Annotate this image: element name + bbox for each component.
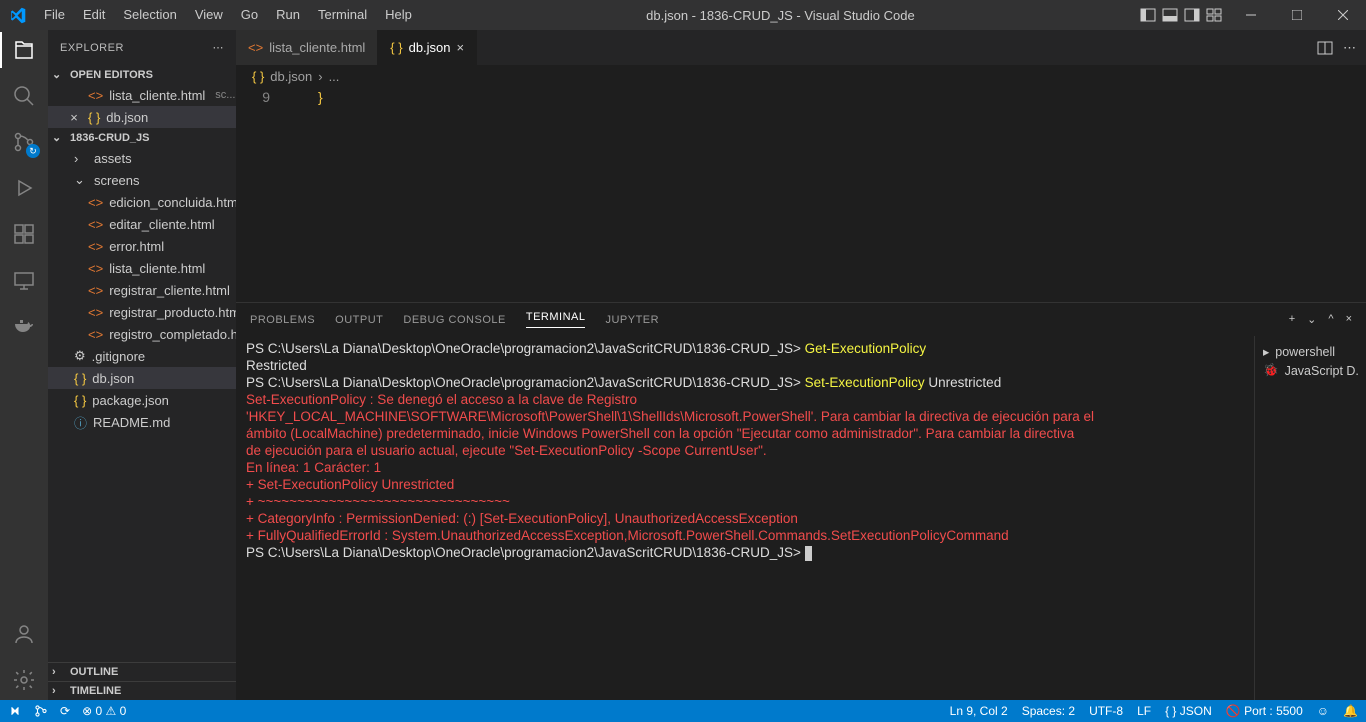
file-item[interactable]: <>lista_cliente.html [48, 257, 236, 279]
live-server-port[interactable]: 🚫 Port : 5500 [1226, 704, 1303, 718]
menu-help[interactable]: Help [376, 0, 421, 30]
folder-item[interactable]: ›assets [48, 147, 236, 169]
file-item[interactable]: <>edicion_concluida.html [48, 191, 236, 213]
panel-tab-output[interactable]: OUTPUT [335, 314, 383, 326]
open-editor-item[interactable]: ×{ }db.json [48, 106, 236, 128]
chevron-down-icon: ⌄ [52, 68, 66, 81]
layout-icon[interactable] [1162, 7, 1178, 23]
remote-indicator[interactable] [8, 704, 22, 718]
layout-icon[interactable] [1206, 7, 1222, 23]
minimap[interactable] [1256, 87, 1366, 302]
file-item[interactable]: { }package.json [48, 389, 236, 411]
close-button[interactable] [1320, 0, 1366, 30]
layout-controls [1140, 7, 1228, 23]
file-item[interactable]: ⓘREADME.md [48, 411, 236, 433]
file-item[interactable]: <>registro_completado.ht... [48, 323, 236, 345]
menu-go[interactable]: Go [232, 0, 267, 30]
terminal-instance[interactable]: ▸powershell [1263, 342, 1358, 361]
scm-badge: ↻ [26, 144, 40, 158]
language-mode[interactable]: { } JSON [1165, 704, 1212, 718]
docker-icon[interactable] [12, 314, 36, 338]
file-item[interactable]: <>registrar_cliente.html [48, 279, 236, 301]
status-bar: ⟳ ⊗ 0 ⚠ 0 Ln 9, Col 2 Spaces: 2 UTF-8 LF… [0, 700, 1366, 722]
folder-item[interactable]: ⌄screens [48, 169, 236, 191]
file-item[interactable]: { }db.json [48, 367, 236, 389]
cursor-position[interactable]: Ln 9, Col 2 [950, 704, 1008, 718]
bug-icon: 🐞 [1263, 363, 1279, 378]
notifications-icon[interactable]: 🔔 [1343, 704, 1358, 718]
file-item[interactable]: <>editar_cliente.html [48, 213, 236, 235]
terminal-list: ▸powershell🐞JavaScript D... [1254, 336, 1366, 700]
editor-tab[interactable]: <>lista_cliente.html [236, 30, 378, 65]
menu-edit[interactable]: Edit [74, 0, 114, 30]
open-editors-section[interactable]: ⌄ OPEN EDITORS [48, 65, 236, 84]
close-panel-icon[interactable]: × [1346, 313, 1352, 326]
maximize-panel-icon[interactable]: ^ [1328, 313, 1333, 326]
run-debug-icon[interactable] [12, 176, 36, 200]
editor-tabs: <>lista_cliente.html{ }db.json× ⋯ [236, 30, 1366, 65]
problems-status[interactable]: ⊗ 0 ⚠ 0 [82, 704, 126, 718]
layout-icon[interactable] [1184, 7, 1200, 23]
remote-explorer-icon[interactable] [12, 268, 36, 292]
activity-bar: ↻ [0, 30, 48, 700]
sidebar: EXPLORER ⋯ ⌄ OPEN EDITORS <>lista_client… [48, 30, 236, 700]
project-section[interactable]: ⌄ 1836-CRUD_JS [48, 128, 236, 147]
close-icon[interactable]: × [457, 40, 465, 55]
terminal-dropdown-icon[interactable]: ⌄ [1307, 313, 1316, 326]
window-title: db.json - 1836-CRUD_JS - Visual Studio C… [421, 8, 1140, 23]
editor[interactable]: 9 } [236, 87, 1366, 302]
menu-selection[interactable]: Selection [114, 0, 185, 30]
chevron-down-icon: ⌄ [52, 131, 66, 144]
layout-icon[interactable] [1140, 7, 1156, 23]
git-branch[interactable] [34, 704, 48, 718]
accounts-icon[interactable] [12, 622, 36, 646]
more-icon[interactable]: ⋯ [213, 41, 225, 54]
open-editor-item[interactable]: <>lista_cliente.htmlsc... [48, 84, 236, 106]
menu-terminal[interactable]: Terminal [309, 0, 376, 30]
vscode-logo [0, 7, 35, 24]
editor-tab[interactable]: { }db.json× [378, 30, 477, 65]
settings-gear-icon[interactable] [12, 668, 36, 692]
terminal-output[interactable]: PS C:\Users\La Diana\Desktop\OneOracle\p… [236, 336, 1254, 700]
panel-tab-jupyter[interactable]: JUPYTER [605, 314, 659, 326]
menu-file[interactable]: File [35, 0, 74, 30]
file-item[interactable]: <>registrar_producto.html [48, 301, 236, 323]
explorer-icon[interactable] [12, 38, 36, 62]
minimize-button[interactable] [1228, 0, 1274, 30]
outline-section[interactable]: ›OUTLINE [48, 662, 236, 681]
panel-tab-debug-console[interactable]: DEBUG CONSOLE [403, 314, 505, 326]
new-terminal-icon[interactable]: + [1289, 313, 1295, 326]
maximize-button[interactable] [1274, 0, 1320, 30]
terminal-instance[interactable]: 🐞JavaScript D... [1263, 361, 1358, 380]
menu-bar: FileEditSelectionViewGoRunTerminalHelp [35, 0, 421, 30]
menu-run[interactable]: Run [267, 0, 309, 30]
feedback-icon[interactable]: ☺ [1317, 704, 1329, 718]
chevron-right-icon: › [52, 685, 66, 697]
sync-icon[interactable]: ⟳ [60, 704, 70, 718]
menu-view[interactable]: View [186, 0, 232, 30]
chevron-right-icon: › [52, 666, 66, 678]
search-icon[interactable] [12, 84, 36, 108]
timeline-section[interactable]: ›TIMELINE [48, 681, 236, 700]
chevron-icon: ⌄ [74, 172, 88, 188]
eol[interactable]: LF [1137, 704, 1151, 718]
explorer-title: EXPLORER [60, 42, 124, 54]
file-item[interactable]: ⚙.gitignore [48, 345, 236, 367]
panel-tab-problems[interactable]: PROBLEMS [250, 314, 315, 326]
panel: PROBLEMS OUTPUT DEBUG CONSOLE TERMINAL JUPYT… [236, 302, 1366, 700]
indentation[interactable]: Spaces: 2 [1022, 704, 1075, 718]
chevron-icon: › [74, 151, 88, 166]
breadcrumb[interactable]: { } db.json › ... [236, 65, 1366, 87]
source-control-icon[interactable]: ↻ [12, 130, 36, 154]
terminal-icon: ▸ [1263, 344, 1269, 359]
encoding[interactable]: UTF-8 [1089, 704, 1123, 718]
split-editor-icon[interactable] [1317, 40, 1333, 56]
file-item[interactable]: <>error.html [48, 235, 236, 257]
extensions-icon[interactable] [12, 222, 36, 246]
line-number: 9 [236, 87, 290, 302]
more-icon[interactable]: ⋯ [1343, 40, 1356, 56]
close-icon[interactable]: × [66, 110, 82, 125]
panel-tab-terminal[interactable]: TERMINAL [526, 311, 586, 328]
